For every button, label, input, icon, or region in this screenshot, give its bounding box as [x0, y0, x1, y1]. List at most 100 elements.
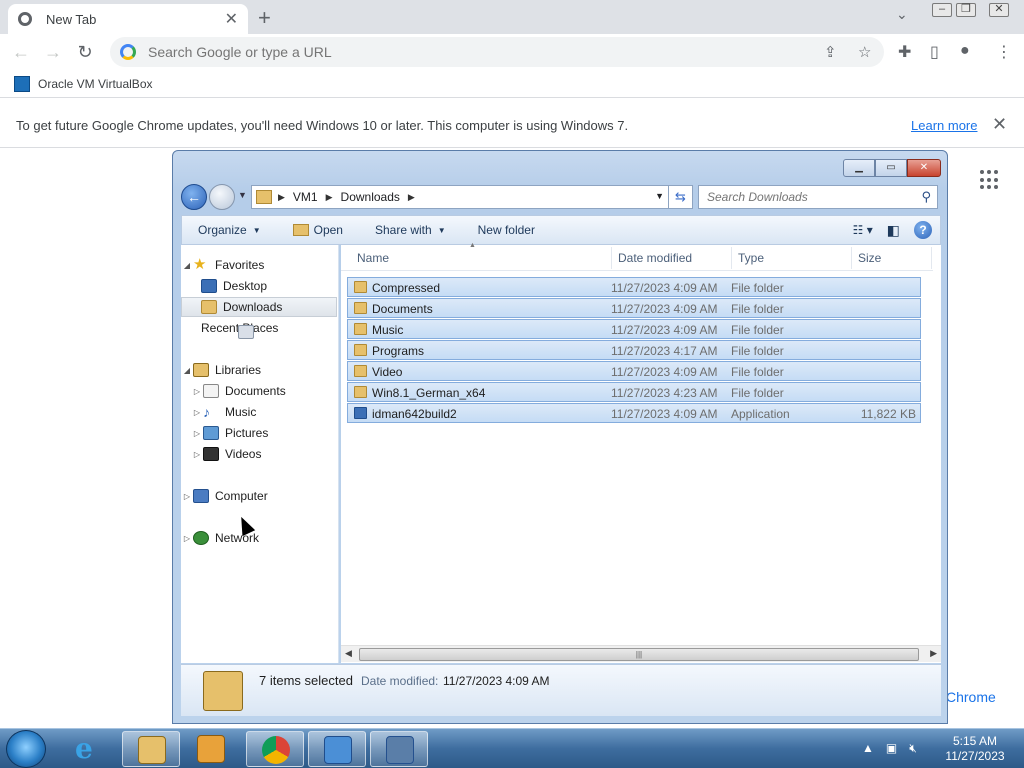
system-tray: ▲ ▣ 🔇︎: [862, 741, 917, 756]
address-dropdown-icon[interactable]: ▼: [655, 191, 664, 201]
expand-arrow-icon[interactable]: ▷: [181, 492, 193, 501]
refresh-icon[interactable]: ⇆: [669, 185, 693, 209]
clock-time: 5:15 AM: [952, 734, 998, 748]
taskbar-virtualbox[interactable]: [308, 731, 366, 767]
file-row[interactable]: idman642build2 11/27/2023 4:09 AM Applic…: [347, 403, 921, 423]
chrome-page-link[interactable]: Chrome: [946, 689, 996, 705]
expand-arrow-icon[interactable]: ▷: [191, 387, 203, 396]
expand-arrow-icon[interactable]: ▷: [191, 450, 203, 459]
explorer-search-input[interactable]: [707, 190, 907, 204]
search-icon[interactable]: ⚲: [921, 189, 931, 205]
taskbar-network-app[interactable]: [370, 731, 428, 767]
nav-favorites[interactable]: ◢ ★ Favorites: [181, 255, 337, 275]
show-hidden-icons-icon[interactable]: ▲: [862, 741, 874, 756]
file-row[interactable]: Music 11/27/2023 4:09 AM File folder: [347, 319, 921, 339]
infobar-close-icon[interactable]: ✕: [992, 114, 1007, 135]
collapse-arrow-icon[interactable]: ◢: [181, 261, 193, 270]
learn-more-link[interactable]: Learn more: [911, 118, 977, 133]
explorer-search-box[interactable]: ⚲: [698, 185, 938, 209]
file-row[interactable]: Documents 11/27/2023 4:09 AM File folder: [347, 298, 921, 318]
media-player-icon: [197, 735, 225, 763]
breadcrumb-arrow-icon[interactable]: ▶: [408, 192, 415, 203]
nav-documents[interactable]: ▷ Documents: [181, 381, 337, 401]
scroll-left-arrow-icon[interactable]: ◀: [345, 648, 352, 659]
clock[interactable]: 5:15 AM 11/27/2023: [940, 734, 1010, 764]
explorer-minimize-button[interactable]: ▁: [843, 159, 875, 177]
google-apps-icon[interactable]: [980, 170, 1000, 190]
nav-music[interactable]: ▷ ♪ Music: [181, 402, 337, 422]
share-icon[interactable]: ⇪: [824, 43, 837, 61]
column-name[interactable]: Name: [357, 251, 389, 265]
omnibox[interactable]: ⇪ ☆: [110, 37, 884, 67]
internet-explorer-icon: e: [75, 732, 93, 765]
expand-arrow-icon[interactable]: ▷: [191, 429, 203, 438]
extensions-puzzle-icon[interactable]: ✚: [898, 42, 911, 62]
explorer-back-button[interactable]: ←: [181, 184, 207, 210]
explorer-forward-button[interactable]: [209, 184, 235, 210]
file-row[interactable]: Video 11/27/2023 4:09 AM File folder: [347, 361, 921, 381]
new-tab-button[interactable]: +: [258, 5, 271, 31]
close-window-button[interactable]: ✕: [984, 0, 1014, 18]
horizontal-scrollbar[interactable]: ◀ ||| ▶: [341, 645, 941, 662]
start-button[interactable]: [6, 730, 46, 768]
back-arrow-icon[interactable]: ←: [10, 41, 32, 63]
file-row[interactable]: Programs 11/27/2023 4:17 AM File folder: [347, 340, 921, 360]
address-bar[interactable]: ▶ VM1 ▶ Downloads ▶ ▼: [251, 185, 669, 209]
restore-window-button[interactable]: ❐: [952, 0, 980, 18]
nav-desktop[interactable]: Desktop: [181, 276, 337, 296]
column-type[interactable]: Type: [738, 251, 764, 265]
tab-search-chevron-icon[interactable]: ⌄: [896, 6, 908, 23]
taskbar-chrome[interactable]: [246, 731, 304, 767]
nav-network[interactable]: ▷ Network: [181, 528, 337, 548]
column-date-modified[interactable]: Date modified: [618, 251, 692, 265]
open-button[interactable]: Open: [277, 223, 359, 237]
new-folder-button[interactable]: New folder: [462, 223, 551, 237]
column-size[interactable]: Size: [858, 251, 881, 265]
menu-kebab-icon[interactable]: ⋮: [996, 42, 1012, 62]
volume-muted-icon[interactable]: 🔇︎: [909, 741, 917, 756]
help-icon[interactable]: ?: [914, 221, 932, 239]
taskbar-media-player[interactable]: [182, 731, 240, 767]
recent-pages-chevron-icon[interactable]: ▼: [238, 190, 247, 200]
update-infobar: To get future Google Chrome updates, you…: [0, 104, 1024, 148]
open-folder-icon: [292, 224, 309, 236]
nav-downloads[interactable]: Downloads: [181, 297, 337, 317]
taskbar-windows-explorer[interactable]: [122, 731, 180, 767]
tab-new-tab[interactable]: New Tab ✕: [8, 4, 248, 34]
nav-videos[interactable]: ▷ Videos: [181, 444, 337, 464]
profile-avatar-icon[interactable]: ●: [960, 42, 970, 60]
view-options-icon[interactable]: ☷ ▾: [853, 223, 873, 237]
side-panel-icon[interactable]: ▯: [930, 42, 939, 62]
breadcrumb-downloads[interactable]: Downloads: [341, 190, 400, 204]
breadcrumb-arrow-icon[interactable]: ▶: [326, 192, 333, 203]
explorer-close-button[interactable]: ✕: [907, 159, 941, 177]
documents-icon: [203, 384, 219, 398]
preview-pane-icon[interactable]: ◧: [887, 222, 900, 239]
desktop-icon: [201, 279, 217, 293]
scroll-right-arrow-icon[interactable]: ▶: [930, 648, 937, 659]
scrollbar-thumb[interactable]: |||: [359, 648, 919, 661]
bookmark-star-icon[interactable]: ☆: [858, 43, 871, 61]
navigation-pane: ◢ ★ Favorites Desktop Downloads Recent P…: [181, 245, 339, 663]
file-row[interactable]: Compressed 11/27/2023 4:09 AM File folde…: [347, 277, 921, 297]
breadcrumb-vm1[interactable]: VM1: [293, 190, 318, 204]
organize-button[interactable]: Organize ▼: [182, 223, 277, 237]
omnibox-input[interactable]: [148, 44, 748, 60]
collapse-arrow-icon[interactable]: ◢: [181, 366, 193, 375]
taskbar-internet-explorer[interactable]: e: [60, 731, 118, 767]
nav-libraries[interactable]: ◢ Libraries: [181, 360, 337, 380]
nav-recent-places[interactable]: Recent Places: [181, 318, 337, 339]
nav-pictures[interactable]: ▷ Pictures: [181, 423, 337, 443]
forward-arrow-icon[interactable]: →: [42, 41, 64, 63]
nav-computer[interactable]: ▷ Computer: [181, 486, 337, 506]
explorer-maximize-button[interactable]: ▭: [875, 159, 907, 177]
expand-arrow-icon[interactable]: ▷: [191, 408, 203, 417]
tab-close-icon[interactable]: ✕: [225, 9, 238, 29]
reload-icon[interactable]: ↻: [74, 41, 96, 63]
bookmark-virtualbox[interactable]: Oracle VM VirtualBox: [14, 76, 153, 92]
expand-arrow-icon[interactable]: ▷: [181, 534, 193, 543]
breadcrumb-arrow-icon[interactable]: ▶: [278, 192, 285, 203]
network-status-icon[interactable]: ▣: [886, 741, 897, 756]
share-with-button[interactable]: Share with ▼: [359, 223, 462, 237]
file-row[interactable]: Win8.1_German_x64 11/27/2023 4:23 AM Fil…: [347, 382, 921, 402]
